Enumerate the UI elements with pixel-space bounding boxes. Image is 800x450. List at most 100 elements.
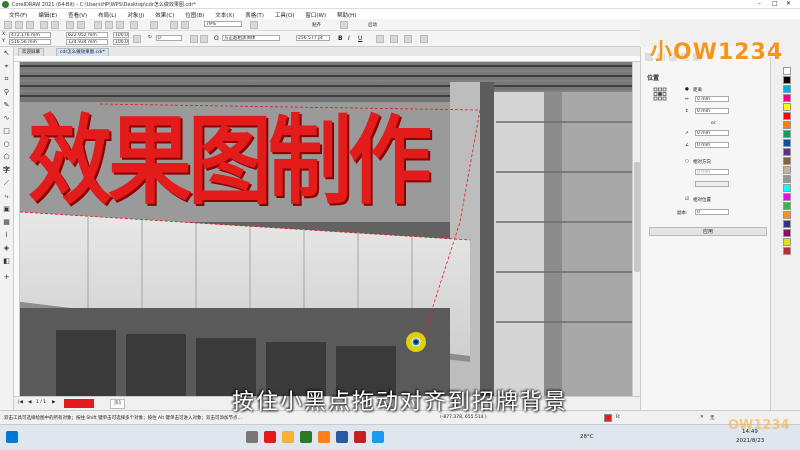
- parallel-dimension-icon[interactable]: ⟋: [2, 179, 11, 188]
- docker-c-field[interactable]: 0 mm: [695, 169, 729, 175]
- folder-icon[interactable]: [282, 431, 294, 443]
- swatch-navy[interactable]: [783, 220, 791, 228]
- drawing-canvas[interactable]: 效果图制作: [20, 62, 632, 396]
- zoom-tool-icon[interactable]: ⚲: [2, 88, 11, 97]
- italic-button[interactable]: I: [348, 35, 350, 42]
- font-family-dropdown[interactable]: 方正超粗黑简体: [222, 35, 280, 41]
- docker-y-field[interactable]: 0 mm: [695, 108, 729, 114]
- anchor-grid[interactable]: [653, 87, 667, 101]
- start-icon[interactable]: [6, 431, 18, 443]
- swatch-magenta[interactable]: [783, 94, 791, 102]
- settings-icon[interactable]: [340, 21, 348, 29]
- swatch-gray[interactable]: [783, 175, 791, 183]
- swatch-black[interactable]: [783, 76, 791, 84]
- new-doc-icon[interactable]: [4, 21, 12, 29]
- zoom-level-field[interactable]: 79%: [204, 21, 242, 27]
- menu-tools[interactable]: 工具(O): [275, 11, 295, 19]
- tab-page-1[interactable]: 页1: [110, 399, 126, 409]
- add-tool-icon[interactable]: +: [2, 273, 11, 282]
- apply-button[interactable]: 应用: [649, 227, 767, 236]
- vertical-scrollbar[interactable]: [632, 62, 640, 396]
- swatch-pink[interactable]: [783, 193, 791, 201]
- launch-dropdown[interactable]: 启动: [368, 22, 377, 28]
- swatch-yellow[interactable]: [783, 103, 791, 111]
- close-button[interactable]: ✕: [786, 0, 791, 7]
- smart-fill-icon[interactable]: ◧: [2, 257, 11, 266]
- swatch-brown[interactable]: [783, 157, 791, 165]
- coreldraw-icon[interactable]: [300, 431, 312, 443]
- bullet-list-icon[interactable]: [390, 35, 398, 43]
- radio-relative[interactable]: ○: [685, 159, 689, 164]
- scale-x-field[interactable]: 100.0: [113, 32, 129, 38]
- maximize-button[interactable]: □: [772, 0, 778, 7]
- shape-tool-icon[interactable]: ⌖: [2, 62, 11, 71]
- artistic-media-icon[interactable]: ∿: [2, 114, 11, 123]
- menu-text[interactable]: 文本(X): [215, 11, 234, 19]
- scale-y-field[interactable]: 100.0: [113, 39, 129, 45]
- import-icon[interactable]: [105, 21, 113, 29]
- next-page-icon[interactable]: ▶: [52, 400, 55, 405]
- rectangle-tool-icon[interactable]: □: [2, 127, 11, 136]
- freehand-tool-icon[interactable]: ✎: [2, 101, 11, 110]
- bold-button[interactable]: B: [338, 35, 343, 42]
- copies-field[interactable]: 0: [695, 209, 729, 215]
- mirror-v-icon[interactable]: [200, 35, 208, 43]
- docker-b-field[interactable]: 0 mm: [695, 142, 729, 148]
- relative-pos-checkbox[interactable]: ☑: [685, 197, 689, 202]
- ellipse-tool-icon[interactable]: ○: [2, 140, 11, 149]
- x-position-field[interactable]: 472.176 mm: [9, 32, 51, 38]
- zoom-in-icon[interactable]: [170, 21, 178, 29]
- text-tool-icon[interactable]: 字: [2, 166, 11, 175]
- fill-color-indicator[interactable]: [604, 414, 612, 422]
- tab-welcome[interactable]: 欢迎屏幕: [18, 48, 44, 56]
- menu-help[interactable]: 帮助(H): [337, 11, 356, 19]
- interactive-fill-icon[interactable]: ◈: [2, 244, 11, 253]
- crop-tool-icon[interactable]: ⌗: [2, 75, 11, 84]
- swatch-cyan[interactable]: [783, 85, 791, 93]
- search-icon[interactable]: [94, 21, 102, 29]
- menu-window[interactable]: 窗口(W): [305, 11, 326, 19]
- menu-file[interactable]: 文件(F): [9, 11, 27, 19]
- transparency-icon[interactable]: ▦: [2, 218, 11, 227]
- underline-button[interactable]: U: [358, 35, 362, 42]
- docker-d-field[interactable]: [695, 181, 729, 187]
- docker-a-field[interactable]: 0 mm: [695, 130, 729, 136]
- pick-tool-icon[interactable]: ↖: [2, 49, 11, 58]
- y-position-field[interactable]: 516.56 mm: [9, 39, 51, 45]
- swatch-plum[interactable]: [783, 229, 791, 237]
- hand-icon[interactable]: [250, 21, 258, 29]
- drop-shadow-icon[interactable]: ▣: [2, 205, 11, 214]
- menu-layout[interactable]: 布局(L): [98, 11, 116, 19]
- minimize-button[interactable]: –: [758, 0, 761, 7]
- publish-pdf-icon[interactable]: [130, 21, 138, 29]
- fill-swatch[interactable]: [64, 399, 94, 408]
- swatch-lime[interactable]: [783, 238, 791, 246]
- menu-object[interactable]: 对象(J): [127, 11, 144, 19]
- open-icon[interactable]: [15, 21, 23, 29]
- menu-view[interactable]: 查看(V): [68, 11, 87, 19]
- menu-edit[interactable]: 编辑(E): [38, 11, 57, 19]
- photoshop-icon[interactable]: [336, 431, 348, 443]
- tab-document[interactable]: cdr怎么做效果图.cdr*: [56, 48, 110, 56]
- edit-text-icon[interactable]: [420, 35, 428, 43]
- docker-x-field[interactable]: 0 mm: [695, 96, 729, 102]
- text-properties-icon[interactable]: [404, 35, 412, 43]
- illustrator-icon[interactable]: [318, 431, 330, 443]
- font-size-dropdown[interactable]: 256.577 pt: [296, 35, 330, 41]
- menu-effects[interactable]: 效果(C): [155, 11, 174, 19]
- swatch-orange[interactable]: [783, 121, 791, 129]
- connector-tool-icon[interactable]: ⤷: [2, 192, 11, 201]
- undo-icon[interactable]: [66, 21, 74, 29]
- task-view-icon[interactable]: [246, 431, 258, 443]
- swatch-tan[interactable]: [783, 166, 791, 174]
- polygon-tool-icon[interactable]: ⬠: [2, 153, 11, 162]
- swatch-red[interactable]: [783, 112, 791, 120]
- radio-distance[interactable]: ●: [685, 87, 689, 92]
- swatch-aqua[interactable]: [783, 184, 791, 192]
- menu-table[interactable]: 表格(T): [245, 11, 264, 19]
- lock-ratio-icon[interactable]: [133, 35, 141, 43]
- menu-bitmaps[interactable]: 位图(B): [185, 11, 204, 19]
- swatch-purple[interactable]: [783, 148, 791, 156]
- eyedropper-icon[interactable]: ⌇: [2, 231, 11, 240]
- snap-to-dropdown[interactable]: 贴齐: [312, 22, 321, 28]
